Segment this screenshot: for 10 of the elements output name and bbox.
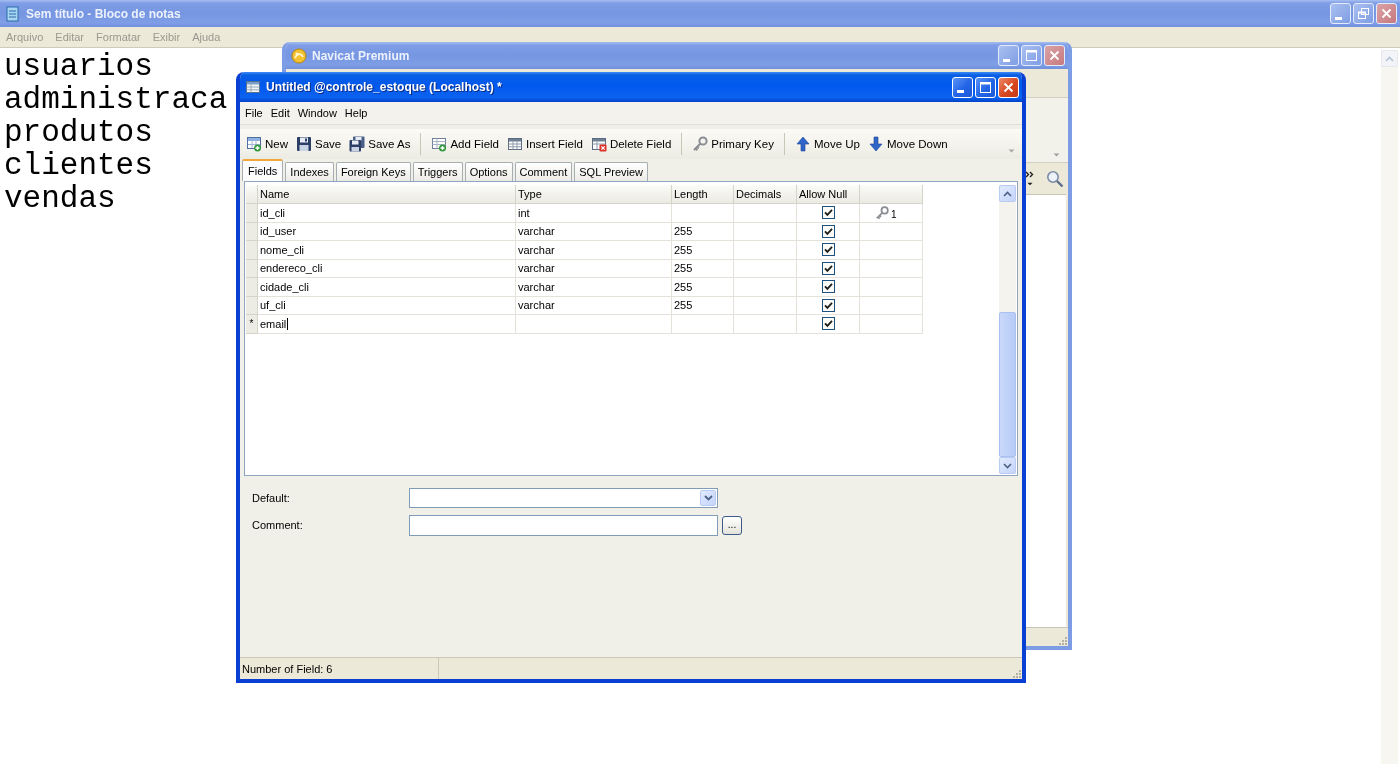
window-title: Sem título - Bloco de notas	[26, 6, 181, 21]
restore-button[interactable]	[1353, 3, 1374, 24]
scrollbar-track[interactable]	[1381, 50, 1398, 764]
close-button[interactable]	[1376, 3, 1397, 24]
restore-icon	[1358, 8, 1369, 19]
notepad-icon	[5, 5, 21, 22]
chevron-up-icon	[1385, 55, 1394, 62]
close-icon	[1381, 8, 1392, 19]
minimize-icon	[1335, 16, 1342, 20]
minimize-button[interactable]	[1330, 3, 1351, 24]
